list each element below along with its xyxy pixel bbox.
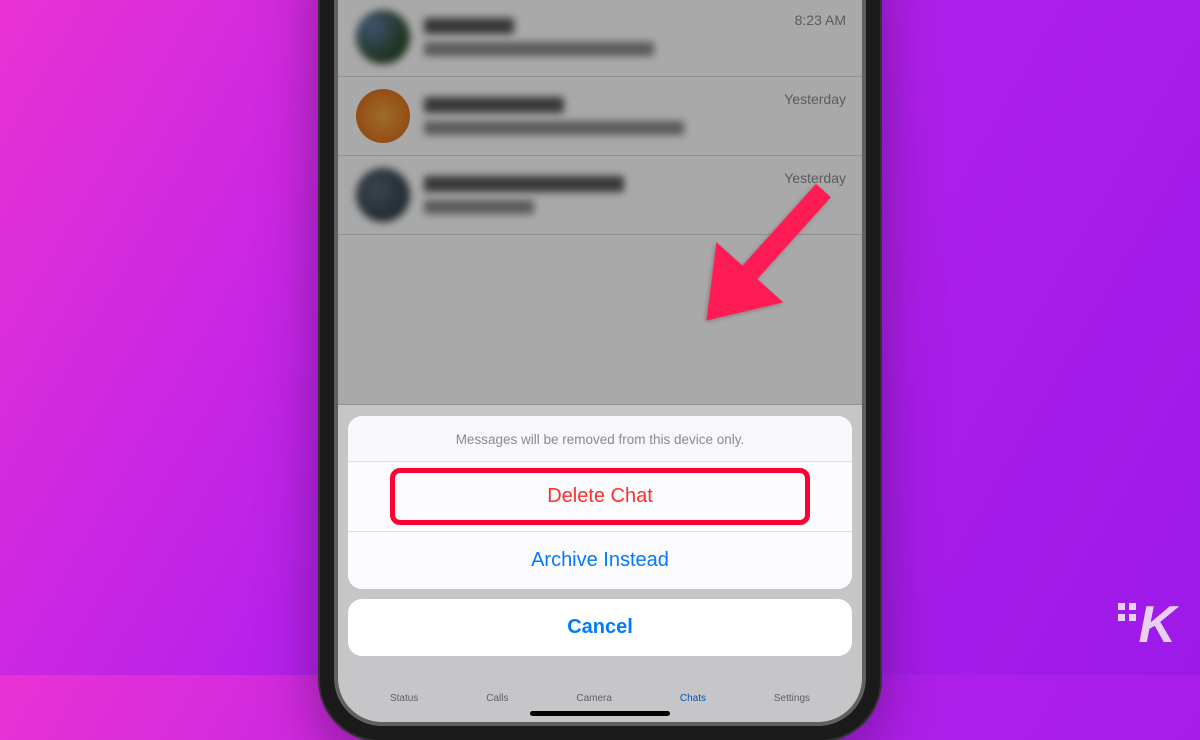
cancel-button[interactable]: Cancel [348,599,852,656]
delete-chat-button[interactable]: Delete Chat [390,468,810,525]
logo-dots-icon [1118,603,1136,621]
phone-frame: 8:23 AM Yesterday Yesterda [320,0,880,740]
highlight-annotation: Delete Chat [348,462,852,532]
tab-camera[interactable]: Camera [576,693,612,704]
tab-bar: Status Calls Camera Chats Settings [338,693,862,704]
action-sheet: Messages will be removed from this devic… [348,416,852,656]
tab-settings[interactable]: Settings [774,693,810,704]
tab-status[interactable]: Status [390,693,418,704]
phone-screen: 8:23 AM Yesterday Yesterda [338,0,862,722]
tab-chats[interactable]: Chats [680,693,706,704]
home-indicator[interactable] [530,711,670,716]
phone-bezel: 8:23 AM Yesterday Yesterda [334,0,866,726]
sheet-options-group: Messages will be removed from this devic… [348,416,852,589]
archive-instead-button[interactable]: Archive Instead [348,532,852,589]
brand-logo-k-icon: K [1138,595,1174,655]
tab-calls[interactable]: Calls [486,693,508,704]
sheet-message: Messages will be removed from this devic… [348,416,852,462]
